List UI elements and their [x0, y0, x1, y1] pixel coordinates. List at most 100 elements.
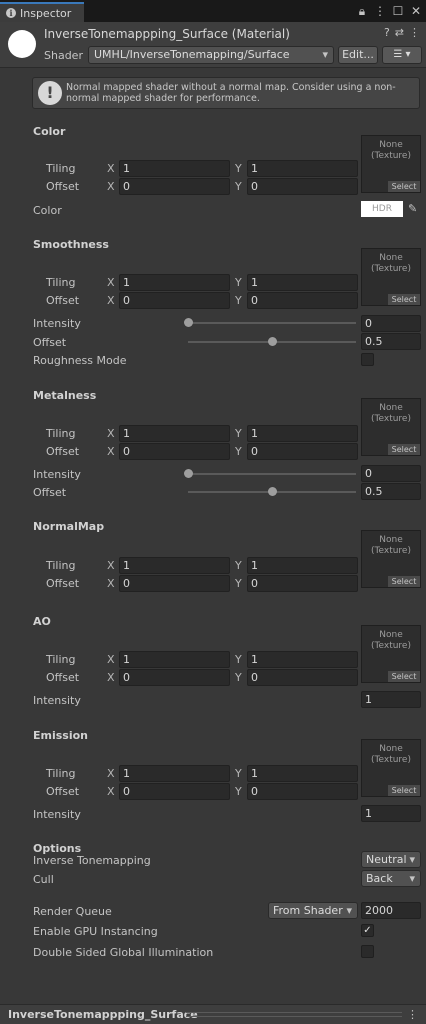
ao-texture-slot[interactable]: None (Texture) Select [361, 625, 421, 683]
section-title-color: Color [33, 125, 66, 138]
smoothness-texture-slot[interactable]: None (Texture) Select [361, 248, 421, 306]
offset-label: Offset [46, 445, 80, 458]
tab-inspector[interactable]: i Inspector [0, 2, 84, 22]
ao-offset-y-field[interactable]: 0 [247, 669, 358, 686]
texture-select-button[interactable]: Select [388, 181, 420, 192]
emission-tiling-x-field[interactable]: 1 [119, 765, 230, 782]
offset-label: Offset [46, 785, 80, 798]
preset-icon[interactable]: ⇄ [395, 26, 404, 39]
texture-none-label: None [379, 403, 403, 413]
more-icon[interactable]: ⋮ [409, 26, 420, 39]
smoothness-intensity-field[interactable]: 0 [361, 315, 421, 332]
slider-knob[interactable] [184, 469, 193, 478]
warning-text: Normal mapped shader without a normal ma… [66, 82, 396, 104]
tiling-label: Tiling [46, 162, 76, 175]
color-swatch[interactable]: HDR [361, 201, 403, 217]
smoothness-offset-x-field[interactable]: 0 [119, 292, 230, 309]
double-sided-gi-checkbox[interactable] [361, 945, 374, 958]
metalness-intensity-field[interactable]: 0 [361, 465, 421, 482]
ao-tiling-x-field[interactable]: 1 [119, 651, 230, 668]
x-label: X [107, 445, 115, 458]
texture-type-label: (Texture) [371, 755, 411, 765]
emission-offset-x-field[interactable]: 0 [119, 783, 230, 800]
smoothness-tiling-x-field[interactable]: 1 [119, 274, 230, 291]
normalmap-texture-slot[interactable]: None (Texture) Select [361, 530, 421, 588]
metalness-offset-x-field[interactable]: 0 [119, 443, 230, 460]
lock-icon[interactable]: 🔒︎ [356, 3, 368, 19]
texture-select-button[interactable]: Select [388, 294, 420, 305]
eyedropper-icon[interactable]: ✎ [408, 202, 417, 215]
slider-knob[interactable] [184, 318, 193, 327]
metalness-offset-field[interactable]: 0.5 [361, 483, 421, 500]
preview-footer[interactable]: InverseTonemappping_Surface ⋮ [0, 1004, 426, 1024]
render-queue-label: Render Queue [33, 905, 112, 918]
y-label: Y [235, 785, 242, 798]
help-icon[interactable]: ? [384, 26, 390, 39]
slider-knob[interactable] [268, 337, 277, 346]
texture-select-button[interactable]: Select [388, 671, 420, 682]
more-icon[interactable]: ⋮ [374, 3, 386, 19]
y-label: Y [235, 162, 242, 175]
emission-tiling-y-field[interactable]: 1 [247, 765, 358, 782]
edit-shader-button[interactable]: Edit... [338, 46, 378, 64]
ao-tiling-y-field[interactable]: 1 [247, 651, 358, 668]
metalness-texture-slot[interactable]: None (Texture) Select [361, 398, 421, 456]
texture-select-button[interactable]: Select [388, 576, 420, 587]
emission-texture-slot[interactable]: None (Texture) Select [361, 739, 421, 797]
section-title-ao: AO [33, 615, 51, 628]
roughness-mode-checkbox[interactable] [361, 353, 374, 366]
gpu-instancing-label: Enable GPU Instancing [33, 925, 158, 938]
tiling-label: Tiling [46, 427, 76, 440]
color-tiling-x-field[interactable]: 1 [119, 160, 230, 177]
smoothness-tiling-y-field[interactable]: 1 [247, 274, 358, 291]
render-queue-dropdown[interactable]: From Shader [268, 902, 358, 919]
normalmap-offset-y-field[interactable]: 0 [247, 575, 358, 592]
color-texture-slot[interactable]: None (Texture) Select [361, 135, 421, 193]
color-offset-y-field[interactable]: 0 [247, 178, 358, 195]
texture-none-label: None [379, 630, 403, 640]
color-offset-x-field[interactable]: 0 [119, 178, 230, 195]
offset-label: Offset [33, 336, 67, 349]
metalness-offset-y-field[interactable]: 0 [247, 443, 358, 460]
cull-label: Cull [33, 873, 54, 886]
smoothness-offset-field[interactable]: 0.5 [361, 333, 421, 350]
normalmap-tiling-x-field[interactable]: 1 [119, 557, 230, 574]
color-tiling-y-field[interactable]: 1 [247, 160, 358, 177]
roughness-mode-label: Roughness Mode [33, 354, 127, 367]
cull-dropdown[interactable]: Back [361, 870, 421, 887]
close-icon[interactable]: ✕ [410, 3, 422, 19]
shader-dropdown[interactable]: UMHL/InverseTonemapping/Surface [88, 46, 334, 64]
y-label: Y [235, 276, 242, 289]
texture-none-label: None [379, 253, 403, 263]
ao-intensity-field[interactable]: 1 [361, 691, 421, 708]
gpu-instancing-checkbox[interactable]: ✓ [361, 924, 374, 937]
more-icon[interactable]: ⋮ [407, 1008, 418, 1021]
normalmap-tiling-y-field[interactable]: 1 [247, 557, 358, 574]
metalness-tiling-y-field[interactable]: 1 [247, 425, 358, 442]
maximize-icon[interactable]: ☐ [392, 3, 404, 19]
warning-helpbox: ! Normal mapped shader without a normal … [32, 77, 420, 109]
tab-label: Inspector [20, 6, 72, 20]
texture-select-button[interactable]: Select [388, 444, 420, 455]
material-preview [8, 30, 36, 58]
y-label: Y [235, 767, 242, 780]
texture-none-label: None [379, 535, 403, 545]
smoothness-intensity-slider[interactable] [188, 322, 356, 324]
normalmap-offset-x-field[interactable]: 0 [119, 575, 230, 592]
shader-menu-button[interactable]: ☰ ▾ [382, 46, 422, 64]
offset-label: Offset [46, 577, 80, 590]
section-title-emission: Emission [33, 729, 88, 742]
texture-select-button[interactable]: Select [388, 785, 420, 796]
drag-grip[interactable] [186, 1012, 402, 1017]
tab-bar: i Inspector 🔒︎ ⋮ ☐ ✕ [0, 0, 426, 22]
metalness-tiling-x-field[interactable]: 1 [119, 425, 230, 442]
ao-offset-x-field[interactable]: 0 [119, 669, 230, 686]
emission-intensity-field[interactable]: 1 [361, 805, 421, 822]
inverse-tonemapping-dropdown[interactable]: Neutral [361, 851, 421, 868]
render-queue-field[interactable]: 2000 [361, 902, 421, 919]
smoothness-offset-y-field[interactable]: 0 [247, 292, 358, 309]
slider-knob[interactable] [268, 487, 277, 496]
emission-offset-y-field[interactable]: 0 [247, 783, 358, 800]
offset-label: Offset [46, 671, 80, 684]
metalness-intensity-slider[interactable] [188, 473, 356, 475]
